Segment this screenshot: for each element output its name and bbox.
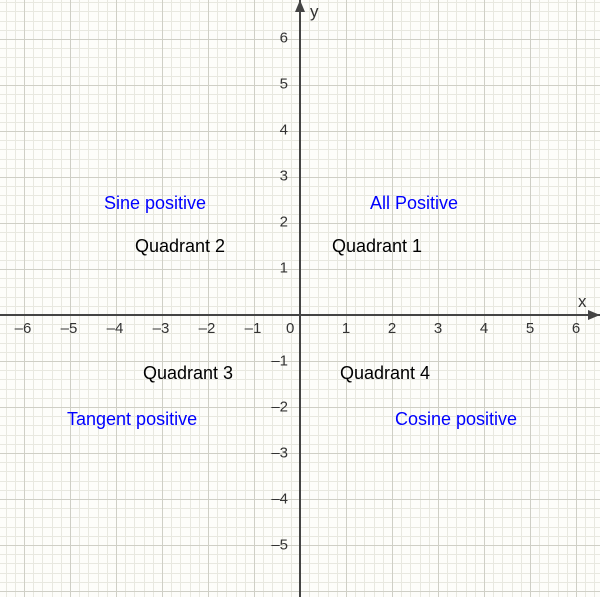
x-tick: –6 bbox=[15, 320, 32, 337]
x-tick: 4 bbox=[480, 320, 488, 337]
y-tick: –2 bbox=[271, 399, 288, 416]
x-axis-label: x bbox=[578, 292, 587, 312]
quadrant-4-label: Quadrant 4 bbox=[340, 363, 430, 384]
trig-all-positive-label: All Positive bbox=[370, 193, 458, 214]
x-tick: 2 bbox=[388, 320, 396, 337]
x-tick: 5 bbox=[526, 320, 534, 337]
y-tick: –3 bbox=[271, 445, 288, 462]
y-axis-line bbox=[299, 0, 301, 597]
y-tick: –5 bbox=[271, 537, 288, 554]
quadrant-3-label: Quadrant 3 bbox=[143, 363, 233, 384]
x-tick: –5 bbox=[61, 320, 78, 337]
y-tick: 3 bbox=[280, 168, 288, 185]
trig-cosine-positive-label: Cosine positive bbox=[395, 409, 517, 430]
y-tick: 4 bbox=[280, 122, 288, 139]
x-tick: –4 bbox=[107, 320, 124, 337]
y-tick: –1 bbox=[271, 353, 288, 370]
x-axis-arrow-icon bbox=[588, 310, 600, 320]
y-tick: 1 bbox=[280, 260, 288, 277]
quadrant-1-label: Quadrant 1 bbox=[332, 236, 422, 257]
x-axis-line bbox=[0, 314, 600, 316]
y-tick: 2 bbox=[280, 214, 288, 231]
y-axis-label: y bbox=[310, 2, 319, 22]
tick-origin: 0 bbox=[286, 320, 294, 337]
x-tick: –1 bbox=[245, 320, 262, 337]
quadrant-2-label: Quadrant 2 bbox=[135, 236, 225, 257]
y-tick: –4 bbox=[271, 491, 288, 508]
coordinate-plane: // We'll generate grid lines via JS belo… bbox=[0, 0, 600, 597]
x-tick: 6 bbox=[572, 320, 580, 337]
x-tick: –3 bbox=[153, 320, 170, 337]
x-tick: –2 bbox=[199, 320, 216, 337]
trig-tangent-positive-label: Tangent positive bbox=[67, 409, 197, 430]
y-tick: 5 bbox=[280, 76, 288, 93]
y-axis-arrow-icon bbox=[295, 0, 305, 12]
x-tick: 3 bbox=[434, 320, 442, 337]
x-tick: 1 bbox=[342, 320, 350, 337]
trig-sine-positive-label: Sine positive bbox=[104, 193, 206, 214]
y-tick: 6 bbox=[280, 30, 288, 47]
